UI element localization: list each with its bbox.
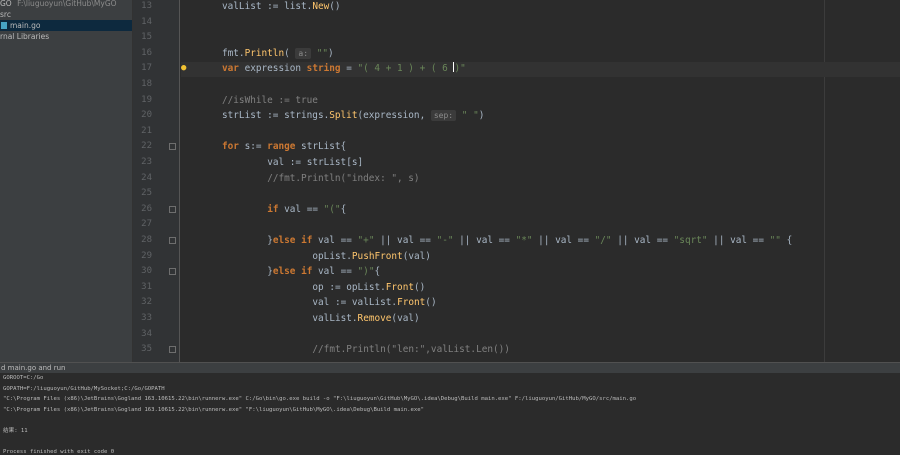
code-line[interactable]: val := valList.Front() (312, 295, 436, 311)
line-number: 19 (141, 94, 152, 105)
line-number: 27 (141, 219, 152, 230)
tree-item-src[interactable]: src (0, 9, 11, 20)
tree-item-label: main.go (10, 21, 41, 30)
line-number: 18 (141, 79, 152, 89)
line-number: 14 (141, 16, 152, 27)
code-line[interactable]: fmt.Println( a: "") (222, 46, 334, 62)
fold-marker-icon[interactable] (169, 346, 176, 354)
code-line[interactable]: valList.Remove(val) (312, 311, 419, 327)
code-line[interactable]: strList := strings.Split(expression, sep… (222, 108, 484, 124)
line-number: 22 (141, 141, 152, 152)
line-number: 24 (141, 172, 152, 183)
project-name: GO (0, 0, 12, 8)
console-line: 结果: 11 (3, 428, 28, 434)
go-file-icon (1, 22, 7, 29)
line-number: 33 (141, 313, 152, 323)
code-line[interactable]: val := strList[s] (267, 155, 363, 171)
line-number: 15 (141, 32, 152, 43)
console-line: "C:\Program Files (x86)\JetBrains\Goglan… (3, 406, 424, 413)
tree-item-label: src (0, 10, 11, 19)
code-line[interactable]: //isWhile := true (222, 93, 318, 109)
lightbulb-icon[interactable]: ● (181, 64, 189, 73)
code-line[interactable]: for s:= range strList{ (222, 139, 346, 155)
line-number: 13 (141, 1, 152, 11)
tree-item-main-go[interactable]: main.go (0, 20, 132, 31)
run-console[interactable]: GOROOT=C:/Go GOPATH=F:/liuguoyun/GitHub/M… (0, 373, 900, 455)
line-number: 25 (141, 188, 152, 199)
line-number: 20 (141, 110, 152, 121)
line-number: 23 (141, 157, 152, 167)
tree-project-root[interactable]: GO F:\liuguoyun\GitHub\MyGO (0, 0, 117, 9)
fold-marker-icon[interactable] (169, 237, 176, 244)
code-line[interactable]: op := opList.Front() (312, 280, 425, 296)
line-number: 32 (141, 297, 152, 308)
line-number: 28 (141, 235, 152, 245)
console-line: "C:\Program Files (x86)\JetBrains\Goglan… (3, 396, 637, 403)
code-line[interactable]: //fmt.Println("index: ", s) (267, 171, 419, 187)
line-number: 21 (141, 125, 152, 136)
tree-item-label: rnal Libraries (0, 32, 50, 41)
fold-marker-icon[interactable] (169, 268, 176, 276)
tree-item-external-libraries[interactable]: rnal Libraries (0, 31, 49, 42)
run-title: d main.go and run (1, 364, 66, 372)
code-line[interactable]: }else if val == "+" || val == "-" || val… (267, 233, 792, 249)
right-margin-guide (824, 0, 825, 362)
console-line: GOPATH=F:/liuguoyun/GitHub/MySocket;C:/G… (3, 385, 165, 392)
line-number: 34 (141, 328, 152, 339)
line-number: 17 (141, 63, 152, 74)
project-path: F:\liuguoyun\GitHub\MyGO (17, 0, 117, 8)
line-number: 35 (141, 344, 152, 355)
project-sidebar: GO F:\liuguoyun\GitHub\MyGO src main.go … (0, 0, 133, 362)
line-number: 16 (141, 47, 152, 58)
line-number: 31 (141, 281, 152, 292)
fold-marker-icon[interactable] (169, 205, 176, 213)
run-tool-window-header[interactable]: d main.go and run (0, 362, 900, 373)
fold-marker-icon[interactable] (169, 143, 176, 151)
console-line: GOROOT=C:/Go (3, 375, 44, 381)
code-line[interactable]: }else if val == ")"{ (267, 264, 380, 280)
line-number: 26 (141, 203, 152, 214)
code-editor[interactable]: ● valList := list.New() fmt.Println( a: "… (133, 0, 900, 362)
console-line: Process finished with exit code 0 (3, 449, 115, 455)
code-line[interactable]: opList.PushFront(val) (312, 249, 431, 265)
text-caret (453, 62, 455, 73)
line-number: 30 (141, 266, 152, 277)
code-line[interactable]: valList := list.New() (222, 0, 341, 15)
line-number: 29 (141, 250, 152, 261)
code-line[interactable]: var expression string = "( 4 + 1 ) + ( 6… (222, 61, 466, 77)
code-line[interactable]: //fmt.Println("len:",valList.Len()) (312, 342, 510, 358)
code-line[interactable]: if val == "("{ (267, 202, 346, 218)
